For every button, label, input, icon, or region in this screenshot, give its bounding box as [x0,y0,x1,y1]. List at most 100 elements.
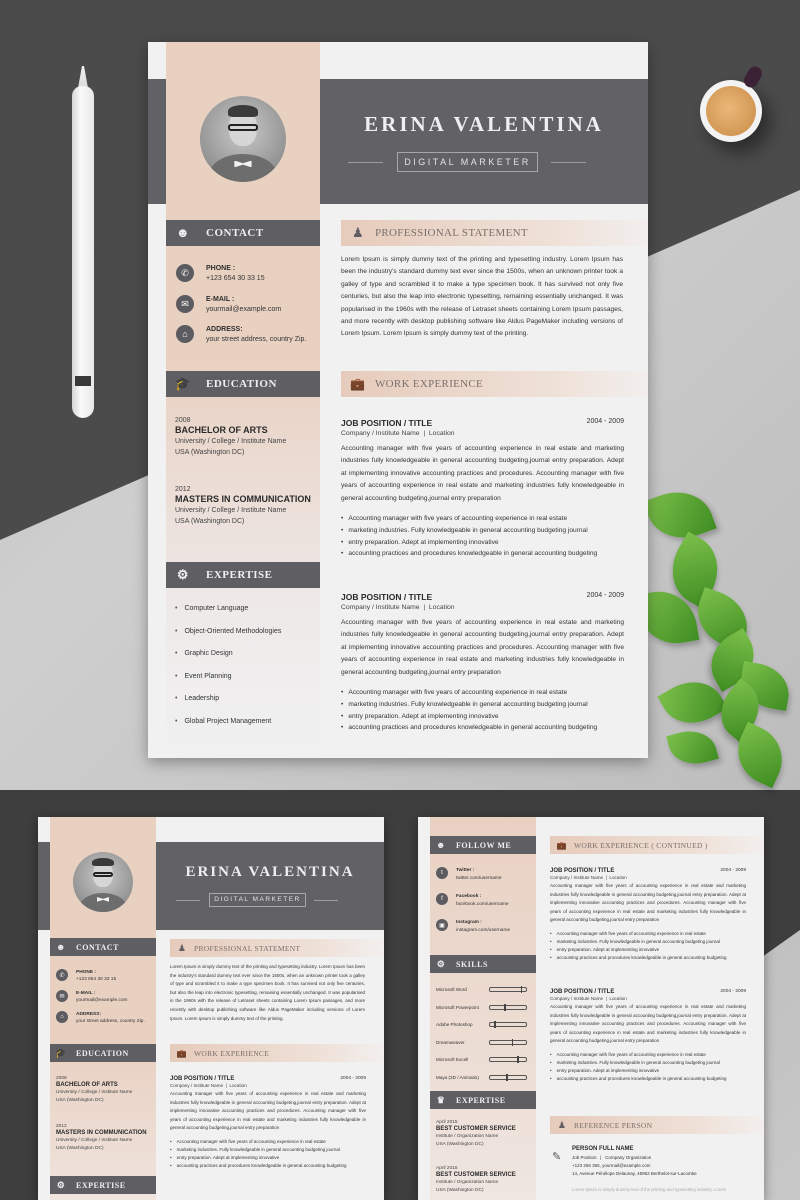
role-divider-right [314,900,338,901]
reference-heading: ♟ REFERENCE PERSON [550,1116,764,1134]
expertise-item: Event Planning [175,673,281,696]
follow-facebook[interactable]: f Facebook : facebook.com/username [436,893,509,909]
skill-row: Maya (3D / Animatio) [436,1073,527,1081]
contact-user-icon: ☻ [436,840,446,850]
skill-level-bar [489,1021,527,1028]
job-company: Company / Institute Name | Location [170,1083,247,1088]
reference-block: PERSON FULL NAME Job Position | Company … [572,1145,752,1178]
person-icon: ♟ [177,942,187,953]
job-entry: JOB POSITION / TITLE 2004 - 2009 Company… [550,989,746,1083]
job-bullet: Accounting manager with five years of ac… [550,930,746,938]
resume-name: ERINA VALENTINA [185,864,355,880]
skill-name: Dreamweaver [436,1039,465,1045]
briefcase-icon: 💼 [350,376,366,391]
job-bullet: accounting practices and procedures know… [550,1075,746,1083]
expertise-heading: ⚙ EXPERTISE [166,562,320,588]
phone-icon: ✆ [176,264,194,282]
job-dates: 2004 - 2009 [720,868,746,873]
role-title: DIGITAL MARKETER [397,152,538,172]
skill-level-bar [489,986,527,993]
resume-name: ERINA VALENTINA [364,112,604,136]
skill-name: Adobe Photoshop [436,1022,473,1027]
twitter-icon: t [436,867,448,879]
skill-name: Microsoft Excell [436,1057,469,1062]
reference-address: 14, Avenue Pénélope Delaunay, 45952 Bert… [572,1171,697,1176]
email-icon: ✉ [176,295,194,313]
resume-page-2-preview: ☻ FOLLOW ME t Twitter : twitter.com/userna… [418,817,764,1200]
job-dates: 2004 - 2009 [586,592,624,599]
job-bullet: entry preparation. Adept at implementing… [550,1067,746,1075]
role-divider-left [348,162,383,163]
skill-row: Microsoft Word [436,986,527,993]
person-icon: ♟ [557,1119,567,1130]
reference-name: PERSON FULL NAME [572,1146,634,1152]
briefcase-icon: 💼 [176,1048,188,1058]
contact-email: ✉ E-MAIL : yourmail@example.com [176,295,281,315]
skill-row: Adobe Photoshop [436,1021,527,1028]
skill-row: Dreamweaver [436,1038,527,1046]
job-bullet: entry preparation. Adept at implementing… [341,537,624,549]
job-company: Company / Institute Name | Location [550,996,627,1001]
statement-text: Lorem Ipsum is simply dummy text of the … [170,964,365,1021]
phone-icon: ✆ [56,969,68,981]
skill-level-bar [489,1056,527,1063]
education-item: 2008 BACHELOR OF ARTS University / Colle… [56,1076,133,1103]
statement-heading: ♟ PROFESSIONAL STATEMENT [341,220,648,246]
job-company: Company / Institute Name | Location [341,430,455,437]
job-title: JOB POSITION / TITLE [341,418,433,428]
skills-heading: ⚙ SKILLS [430,955,536,973]
statement-text: Lorem Ipsum is simply dummy text of the … [341,256,623,338]
job-bullets: Accounting manager with five years of ac… [550,930,746,962]
role-divider-right [551,162,586,163]
skill-row: Microsoft Excell [436,1056,527,1063]
job-bullets: Accounting manager with five years of ac… [550,1051,746,1083]
job-bullet: marketing industries. Fully knowledgeabl… [550,938,746,946]
education-item: 2012 MASTERS IN COMMUNICATION University… [175,486,311,525]
job-dates: 2004 - 2009 [340,1076,366,1081]
expertise-heading: ⚙ EXPERTISE [50,1176,156,1194]
gear-icon: ⚙ [436,958,446,969]
database-gear-icon: ⚙ [176,567,190,582]
skill-level-marker [520,986,523,993]
job-bullet: Accounting manager with five years of ac… [341,687,624,699]
follow-instagram[interactable]: ▣ Instagram : instagram.com/username [436,919,510,935]
job-bullet: Accounting manager with five years of ac… [341,513,624,525]
expertise-item: Graphic Design [175,650,281,673]
skill-level-marker [506,1073,508,1081]
contact-heading: ☻ CONTACT [166,220,320,246]
education-item: 2012 MASTERS IN COMMUNICATION University… [56,1124,147,1151]
job-bullet: marketing industries. Fully knowledgeabl… [550,1059,746,1067]
job-bullet: entry preparation. Adept at implementing… [550,946,746,954]
job-bullet: accounting practices and procedures know… [170,1162,366,1170]
job-entry: JOB POSITION / TITLE 2004 - 2009 Company… [170,1076,366,1170]
job-entry: JOB POSITION / TITLE 2004 - 2009 Company… [550,868,746,962]
skill-name: Microsoft Word [436,987,467,992]
job-entry: JOB POSITION / TITLE 2004 - 2009 Company… [341,592,624,734]
skill-name: Microsoft Powerpoint [436,1004,479,1010]
contact-heading: ☻ CONTACT [50,938,156,956]
follow-twitter[interactable]: t Twitter : twitter.com/username [436,867,502,883]
job-description: Accounting manager with five years of ac… [341,619,624,676]
job-title: JOB POSITION / TITLE [341,592,433,602]
job-dates: 2004 - 2009 [720,989,746,994]
profile-photo [73,852,133,912]
work-heading: 💼 WORK EXPERIENCE [170,1044,384,1062]
job-company: Company / Institute Name | Location [341,604,455,611]
job-description: Accounting manager with five years of ac… [550,1004,746,1043]
home-icon: ⌂ [56,1011,68,1023]
briefcase-icon: 💼 [556,840,568,850]
job-bullets: Accounting manager with five years of ac… [341,687,624,734]
job-bullets: Accounting manager with five years of ac… [170,1138,366,1170]
contact-user-icon: ☻ [175,225,191,240]
education-heading: 🎓 EDUCATION [50,1044,156,1062]
role-divider-left [176,900,200,901]
role-title: DIGITAL MARKETER [209,893,306,907]
job-bullet: accounting practices and procedures know… [550,954,746,962]
job-bullet: marketing industries. Fully knowledgeabl… [341,525,624,537]
award-icon: ♛ [436,1094,446,1105]
stylus-pen-decor [72,66,94,418]
job-bullet: accounting practices and procedures know… [341,722,624,734]
award-item: April 2015 BEST CUSTOMER SERVICE Institu… [436,1166,516,1193]
facebook-icon: f [436,893,448,905]
education-item: 2008 BACHELOR OF ARTS University / Colle… [175,417,287,456]
